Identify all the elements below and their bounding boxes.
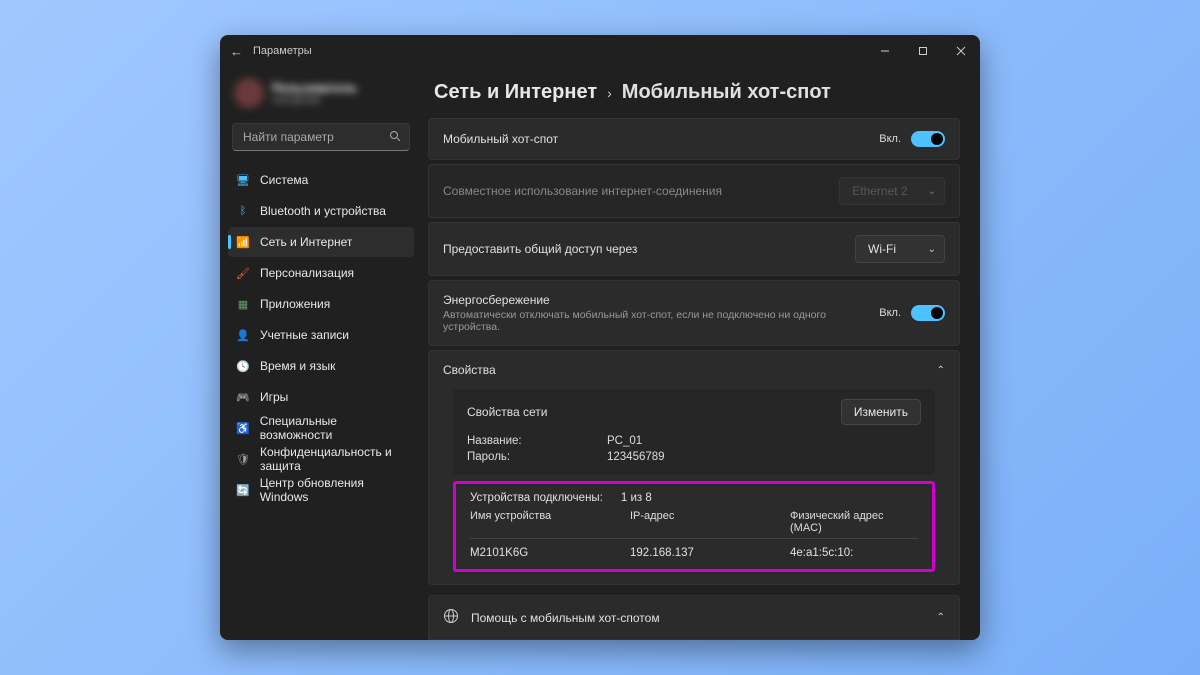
nav-icon: 🕓 xyxy=(236,359,250,373)
nav-label: Центр обновления Windows xyxy=(260,476,406,504)
main-content: Сеть и Интернет › Мобильный хот-спот Моб… xyxy=(420,67,980,640)
nav-label: Игры xyxy=(260,390,288,404)
chevron-up-icon: ⌃ xyxy=(937,365,945,376)
hotspot-toggle[interactable] xyxy=(911,131,945,147)
devices-table: Имя устройства IP-адрес Физический адрес… xyxy=(470,510,918,559)
sidebar-item-2[interactable]: 📶 Сеть и Интернет xyxy=(228,227,414,257)
power-saving-card: Энергосбережение Автоматически отключать… xyxy=(428,280,960,346)
help-header[interactable]: Помощь с мобильным хот-спотом ⌃ xyxy=(429,596,959,639)
share-from-card: Совместное использование интернет-соедин… xyxy=(428,164,960,218)
account-mail: user@mail xyxy=(272,95,357,106)
chevron-down-icon: ⌄ xyxy=(928,186,936,197)
sidebar-item-9[interactable]: 🛡 Конфиденциальность и защита xyxy=(228,444,414,474)
breadcrumb-parent[interactable]: Сеть и Интернет xyxy=(434,81,597,104)
sidebar: Пользователь user@mail 🖥 Система ᛒ Bluetoot… xyxy=(220,67,420,640)
sidebar-item-10[interactable]: 🔄 Центр обновления Windows xyxy=(228,475,414,505)
settings-window: ← Параметры Пользователь user@mail xyxy=(220,35,980,640)
net-props-title: Свойства сети xyxy=(467,405,548,419)
chevron-right-icon: › xyxy=(607,85,612,101)
nav-icon: 🛡 xyxy=(236,452,250,466)
nav-label: Приложения xyxy=(260,297,330,311)
nav-label: Персонализация xyxy=(260,266,354,280)
power-state: Вкл. xyxy=(879,307,901,319)
properties-expander: Свойства ⌃ Свойства сети Изменить Назван… xyxy=(428,350,960,585)
nav-label: Учетные записи xyxy=(260,328,349,342)
sidebar-item-0[interactable]: 🖥 Система xyxy=(228,165,414,195)
share-from-label: Совместное использование интернет-соедин… xyxy=(443,184,722,198)
nav-icon: ᛒ xyxy=(236,204,250,218)
search-icon xyxy=(389,130,401,145)
account-name: Пользователь xyxy=(272,81,357,95)
account-block[interactable]: Пользователь user@mail xyxy=(234,75,408,111)
nav-label: Сеть и Интернет xyxy=(260,235,352,249)
hotspot-state: Вкл. xyxy=(879,133,901,145)
help-card: Помощь с мобильным хот-спотом ⌃ Настройк… xyxy=(428,595,960,640)
chevron-up-icon: ⌃ xyxy=(937,612,945,623)
nav-list: 🖥 Система ᛒ Bluetooth и устройства 📶 Сеть и И… xyxy=(228,165,414,505)
window-title: Параметры xyxy=(253,45,312,57)
breadcrumb-current: Мобильный хот-спот xyxy=(622,81,831,104)
nav-icon: 🔄 xyxy=(236,483,250,497)
chevron-down-icon: ⌄ xyxy=(928,244,936,255)
breadcrumb: Сеть и Интернет › Мобильный хот-спот xyxy=(434,81,960,104)
edit-button[interactable]: Изменить xyxy=(841,399,921,425)
power-title: Энергосбережение xyxy=(443,293,879,307)
sidebar-item-4[interactable]: ▦ Приложения xyxy=(228,289,414,319)
sidebar-item-3[interactable]: 🖌 Персонализация xyxy=(228,258,414,288)
nav-icon: 👤 xyxy=(236,328,250,342)
help-link[interactable]: Настройка мобильного хот-спота xyxy=(429,639,959,640)
avatar xyxy=(234,78,264,108)
maximize-button[interactable] xyxy=(904,35,942,67)
share-over-card: Предоставить общий доступ через Wi-Fi ⌄ xyxy=(428,222,960,276)
hotspot-toggle-card: Мобильный хот-спот Вкл. xyxy=(428,118,960,160)
close-button[interactable] xyxy=(942,35,980,67)
sidebar-item-5[interactable]: 👤 Учетные записи xyxy=(228,320,414,350)
back-button[interactable]: ← xyxy=(230,44,243,59)
nav-icon: 📶 xyxy=(236,235,250,249)
sidebar-item-6[interactable]: 🕓 Время и язык xyxy=(228,351,414,381)
nav-icon: ♿ xyxy=(236,421,250,435)
search-input[interactable] xyxy=(243,130,383,144)
sidebar-item-8[interactable]: ♿ Специальные возможности xyxy=(228,413,414,443)
nav-icon: 🖌 xyxy=(236,266,250,280)
minimize-button[interactable] xyxy=(866,35,904,67)
power-toggle[interactable] xyxy=(911,305,945,321)
nav-icon: 🎮 xyxy=(236,390,250,404)
globe-icon xyxy=(443,608,459,627)
nav-icon: 🖥 xyxy=(236,173,250,187)
search-box[interactable] xyxy=(232,123,410,151)
sidebar-item-1[interactable]: ᛒ Bluetooth и устройства xyxy=(228,196,414,226)
share-over-label: Предоставить общий доступ через xyxy=(443,242,637,256)
nav-icon: ▦ xyxy=(236,297,250,311)
devices-head-value: 1 из 8 xyxy=(621,492,652,504)
nav-label: Конфиденциальность и защита xyxy=(260,445,406,473)
nav-label: Время и язык xyxy=(260,359,335,373)
power-sub: Автоматически отключать мобильный хот-сп… xyxy=(443,309,879,333)
devices-head-label: Устройства подключены: xyxy=(470,492,603,504)
share-from-dropdown[interactable]: Ethernet 2 ⌄ xyxy=(839,177,945,205)
nav-label: Система xyxy=(260,173,308,187)
properties-header[interactable]: Свойства ⌃ xyxy=(429,351,959,389)
devices-connected-highlight: Устройства подключены: 1 из 8 Имя устрой… xyxy=(453,481,935,572)
window-controls xyxy=(866,35,980,67)
nav-label: Bluetooth и устройства xyxy=(260,204,386,218)
network-properties: Свойства сети Изменить Название:PC_01 Па… xyxy=(453,389,935,475)
sidebar-item-7[interactable]: 🎮 Игры xyxy=(228,382,414,412)
titlebar: ← Параметры xyxy=(220,35,980,67)
share-over-dropdown[interactable]: Wi-Fi ⌄ xyxy=(855,235,945,263)
hotspot-title: Мобильный хот-спот xyxy=(443,132,558,146)
nav-label: Специальные возможности xyxy=(260,414,406,442)
table-row: M2101K6G192.168.1374e:a1:5c:10: xyxy=(470,539,918,559)
